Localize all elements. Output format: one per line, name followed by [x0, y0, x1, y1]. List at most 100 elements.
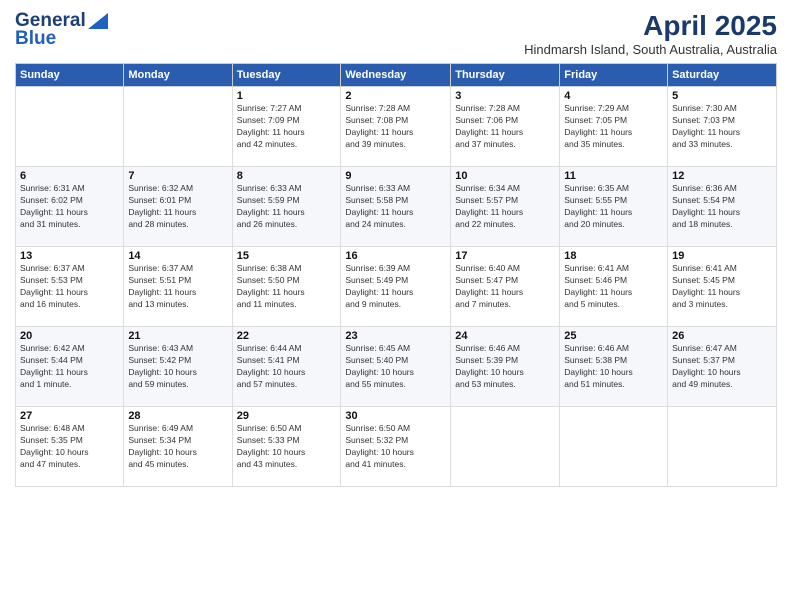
day-info: Sunrise: 7:27 AM Sunset: 7:09 PM Dayligh… — [237, 103, 337, 151]
subtitle: Hindmarsh Island, South Australia, Austr… — [524, 42, 777, 57]
table-cell: 10Sunrise: 6:34 AM Sunset: 5:57 PM Dayli… — [451, 167, 560, 247]
table-cell: 26Sunrise: 6:47 AM Sunset: 5:37 PM Dayli… — [668, 327, 777, 407]
table-cell: 11Sunrise: 6:35 AM Sunset: 5:55 PM Dayli… — [560, 167, 668, 247]
day-info: Sunrise: 6:41 AM Sunset: 5:45 PM Dayligh… — [672, 263, 772, 311]
day-info: Sunrise: 7:30 AM Sunset: 7:03 PM Dayligh… — [672, 103, 772, 151]
table-cell: 21Sunrise: 6:43 AM Sunset: 5:42 PM Dayli… — [124, 327, 232, 407]
table-cell: 14Sunrise: 6:37 AM Sunset: 5:51 PM Dayli… — [124, 247, 232, 327]
day-number: 4 — [564, 90, 663, 102]
day-number: 12 — [672, 170, 772, 182]
day-number: 2 — [345, 90, 446, 102]
logo: General Blue — [15, 10, 108, 50]
col-thursday: Thursday — [451, 64, 560, 87]
day-number: 30 — [345, 410, 446, 422]
day-number: 7 — [128, 170, 227, 182]
table-cell: 29Sunrise: 6:50 AM Sunset: 5:33 PM Dayli… — [232, 407, 341, 487]
day-info: Sunrise: 6:37 AM Sunset: 5:51 PM Dayligh… — [128, 263, 227, 311]
day-info: Sunrise: 6:50 AM Sunset: 5:33 PM Dayligh… — [237, 423, 337, 471]
table-cell: 16Sunrise: 6:39 AM Sunset: 5:49 PM Dayli… — [341, 247, 451, 327]
title-section: April 2025 Hindmarsh Island, South Austr… — [524, 10, 777, 57]
table-cell: 1Sunrise: 7:27 AM Sunset: 7:09 PM Daylig… — [232, 87, 341, 167]
table-cell: 20Sunrise: 6:42 AM Sunset: 5:44 PM Dayli… — [16, 327, 124, 407]
table-cell: 4Sunrise: 7:29 AM Sunset: 7:05 PM Daylig… — [560, 87, 668, 167]
day-info: Sunrise: 7:28 AM Sunset: 7:06 PM Dayligh… — [455, 103, 555, 151]
table-cell: 9Sunrise: 6:33 AM Sunset: 5:58 PM Daylig… — [341, 167, 451, 247]
day-number: 19 — [672, 250, 772, 262]
col-sunday: Sunday — [16, 64, 124, 87]
table-cell — [560, 407, 668, 487]
day-info: Sunrise: 6:35 AM Sunset: 5:55 PM Dayligh… — [564, 183, 663, 231]
table-cell: 18Sunrise: 6:41 AM Sunset: 5:46 PM Dayli… — [560, 247, 668, 327]
week-row-0: 1Sunrise: 7:27 AM Sunset: 7:09 PM Daylig… — [16, 87, 777, 167]
table-cell: 15Sunrise: 6:38 AM Sunset: 5:50 PM Dayli… — [232, 247, 341, 327]
day-info: Sunrise: 6:33 AM Sunset: 5:59 PM Dayligh… — [237, 183, 337, 231]
day-info: Sunrise: 6:44 AM Sunset: 5:41 PM Dayligh… — [237, 343, 337, 391]
table-cell: 30Sunrise: 6:50 AM Sunset: 5:32 PM Dayli… — [341, 407, 451, 487]
table-cell: 25Sunrise: 6:46 AM Sunset: 5:38 PM Dayli… — [560, 327, 668, 407]
day-number: 1 — [237, 90, 337, 102]
day-info: Sunrise: 6:32 AM Sunset: 6:01 PM Dayligh… — [128, 183, 227, 231]
day-number: 8 — [237, 170, 337, 182]
day-info: Sunrise: 7:29 AM Sunset: 7:05 PM Dayligh… — [564, 103, 663, 151]
table-cell: 3Sunrise: 7:28 AM Sunset: 7:06 PM Daylig… — [451, 87, 560, 167]
table-cell: 24Sunrise: 6:46 AM Sunset: 5:39 PM Dayli… — [451, 327, 560, 407]
week-row-4: 27Sunrise: 6:48 AM Sunset: 5:35 PM Dayli… — [16, 407, 777, 487]
day-info: Sunrise: 6:41 AM Sunset: 5:46 PM Dayligh… — [564, 263, 663, 311]
day-info: Sunrise: 6:31 AM Sunset: 6:02 PM Dayligh… — [20, 183, 119, 231]
day-number: 9 — [345, 170, 446, 182]
table-cell: 2Sunrise: 7:28 AM Sunset: 7:08 PM Daylig… — [341, 87, 451, 167]
day-info: Sunrise: 6:42 AM Sunset: 5:44 PM Dayligh… — [20, 343, 119, 391]
table-cell: 12Sunrise: 6:36 AM Sunset: 5:54 PM Dayli… — [668, 167, 777, 247]
day-info: Sunrise: 6:40 AM Sunset: 5:47 PM Dayligh… — [455, 263, 555, 311]
day-number: 22 — [237, 330, 337, 342]
day-number: 20 — [20, 330, 119, 342]
day-number: 15 — [237, 250, 337, 262]
table-cell: 5Sunrise: 7:30 AM Sunset: 7:03 PM Daylig… — [668, 87, 777, 167]
table-cell: 19Sunrise: 6:41 AM Sunset: 5:45 PM Dayli… — [668, 247, 777, 327]
week-row-2: 13Sunrise: 6:37 AM Sunset: 5:53 PM Dayli… — [16, 247, 777, 327]
day-info: Sunrise: 6:39 AM Sunset: 5:49 PM Dayligh… — [345, 263, 446, 311]
table-cell: 27Sunrise: 6:48 AM Sunset: 5:35 PM Dayli… — [16, 407, 124, 487]
day-info: Sunrise: 6:50 AM Sunset: 5:32 PM Dayligh… — [345, 423, 446, 471]
day-number: 16 — [345, 250, 446, 262]
day-info: Sunrise: 6:46 AM Sunset: 5:39 PM Dayligh… — [455, 343, 555, 391]
day-info: Sunrise: 6:46 AM Sunset: 5:38 PM Dayligh… — [564, 343, 663, 391]
col-saturday: Saturday — [668, 64, 777, 87]
header: General Blue April 2025 Hindmarsh Island… — [15, 10, 777, 57]
month-title: April 2025 — [524, 10, 777, 42]
col-friday: Friday — [560, 64, 668, 87]
day-info: Sunrise: 6:43 AM Sunset: 5:42 PM Dayligh… — [128, 343, 227, 391]
table-cell: 7Sunrise: 6:32 AM Sunset: 6:01 PM Daylig… — [124, 167, 232, 247]
table-cell: 8Sunrise: 6:33 AM Sunset: 5:59 PM Daylig… — [232, 167, 341, 247]
logo-blue: Blue — [15, 28, 56, 50]
day-number: 28 — [128, 410, 227, 422]
day-number: 17 — [455, 250, 555, 262]
week-row-3: 20Sunrise: 6:42 AM Sunset: 5:44 PM Dayli… — [16, 327, 777, 407]
calendar: Sunday Monday Tuesday Wednesday Thursday… — [15, 63, 777, 487]
day-info: Sunrise: 6:36 AM Sunset: 5:54 PM Dayligh… — [672, 183, 772, 231]
day-info: Sunrise: 6:47 AM Sunset: 5:37 PM Dayligh… — [672, 343, 772, 391]
day-number: 21 — [128, 330, 227, 342]
day-number: 29 — [237, 410, 337, 422]
table-cell — [668, 407, 777, 487]
day-number: 11 — [564, 170, 663, 182]
day-number: 26 — [672, 330, 772, 342]
day-info: Sunrise: 6:49 AM Sunset: 5:34 PM Dayligh… — [128, 423, 227, 471]
table-cell — [16, 87, 124, 167]
day-number: 10 — [455, 170, 555, 182]
day-number: 18 — [564, 250, 663, 262]
day-info: Sunrise: 6:37 AM Sunset: 5:53 PM Dayligh… — [20, 263, 119, 311]
week-row-1: 6Sunrise: 6:31 AM Sunset: 6:02 PM Daylig… — [16, 167, 777, 247]
day-info: Sunrise: 6:34 AM Sunset: 5:57 PM Dayligh… — [455, 183, 555, 231]
table-cell: 13Sunrise: 6:37 AM Sunset: 5:53 PM Dayli… — [16, 247, 124, 327]
table-cell — [451, 407, 560, 487]
table-cell: 28Sunrise: 6:49 AM Sunset: 5:34 PM Dayli… — [124, 407, 232, 487]
table-cell — [124, 87, 232, 167]
table-cell: 6Sunrise: 6:31 AM Sunset: 6:02 PM Daylig… — [16, 167, 124, 247]
logo-icon — [88, 13, 108, 29]
day-number: 23 — [345, 330, 446, 342]
day-number: 6 — [20, 170, 119, 182]
day-number: 27 — [20, 410, 119, 422]
day-info: Sunrise: 6:33 AM Sunset: 5:58 PM Dayligh… — [345, 183, 446, 231]
day-info: Sunrise: 6:45 AM Sunset: 5:40 PM Dayligh… — [345, 343, 446, 391]
